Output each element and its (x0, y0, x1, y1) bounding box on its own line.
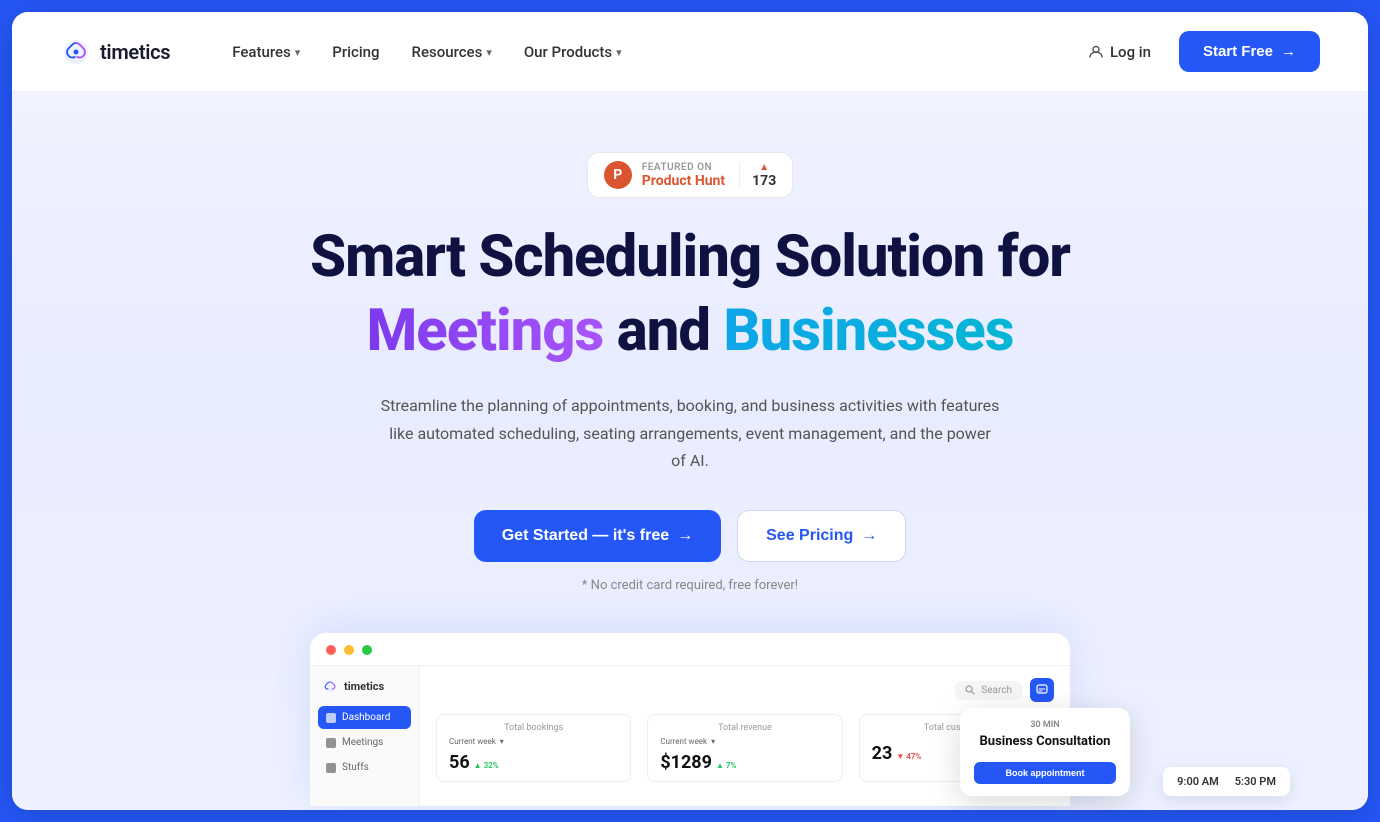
hero-buttons: Get Started — it's free → See Pricing → (60, 510, 1320, 562)
dashboard-message-button[interactable] (1030, 678, 1054, 702)
meetings-text: Meetings (366, 297, 603, 365)
product-hunt-votes: ▲ 173 (739, 162, 776, 189)
stat-change-customers: ▼ 47% (896, 752, 921, 761)
arrow-icon: → (861, 527, 877, 545)
hero-title-line1: Smart Scheduling Solution for (60, 226, 1320, 290)
user-icon (1088, 44, 1104, 60)
nav-links: Features ▾ Pricing Resources ▾ Our Produ… (218, 35, 1076, 69)
dash-logo-text: timetics (344, 680, 384, 693)
nav-features[interactable]: Features ▾ (218, 35, 314, 69)
logo-icon (60, 36, 92, 68)
product-hunt-text: FEATURED ON Product Hunt (642, 162, 725, 189)
hero-section: P FEATURED ON Product Hunt ▲ 173 Smart S… (12, 92, 1368, 810)
and-text: and (617, 297, 724, 365)
dash-logo-icon (322, 678, 338, 694)
consultation-title: Business Consultation (974, 734, 1116, 751)
consultation-card: 30 MIN Business Consultation Book appoin… (960, 708, 1130, 796)
message-icon (1036, 684, 1048, 696)
minimize-dot (344, 645, 354, 655)
get-started-button[interactable]: Get Started — it's free → (474, 510, 721, 562)
stat-change-revenue: ▲ 7% (716, 761, 736, 770)
stat-value-bookings: 56 ▲ 32% (449, 752, 618, 773)
see-pricing-button[interactable]: See Pricing → (737, 510, 906, 562)
chevron-down-icon: ▾ (486, 46, 492, 59)
hero-note: * No credit card required, free forever! (60, 578, 1320, 593)
navbar: timetics Features ▾ Pricing Resources ▾ … (12, 12, 1368, 92)
meetings-nav-icon (326, 738, 336, 748)
expand-dot (362, 645, 372, 655)
dash-nav-meetings[interactable]: Meetings (318, 731, 411, 754)
product-hunt-icon: P (604, 161, 632, 189)
start-time: 9:00 AM (1177, 775, 1219, 788)
end-time: 5:30 PM (1235, 775, 1276, 788)
hero-subtitle: Streamline the planning of appointments,… (380, 392, 1000, 474)
chevron-down-icon: ▾ (295, 46, 301, 59)
stat-change-bookings: ▲ 32% (474, 761, 499, 770)
chevron-down-icon: ▾ (616, 46, 622, 59)
product-hunt-badge[interactable]: P FEATURED ON Product Hunt ▲ 173 (587, 152, 794, 198)
nav-pricing[interactable]: Pricing (318, 35, 393, 69)
chevron-icon: ▾ (711, 737, 715, 746)
arrow-icon: → (1281, 43, 1296, 60)
stat-card-bookings: Total bookings Current week ▾ 56 ▲ 32% (436, 714, 631, 782)
dashboard-preview: timetics Dashboard Meetings Stuffs (310, 633, 1070, 806)
dashboard-titlebar (310, 633, 1070, 666)
stat-week-revenue: Current week ▾ (660, 737, 829, 746)
search-icon (965, 685, 975, 695)
dash-nav-dashboard[interactable]: Dashboard (318, 706, 411, 729)
start-free-button[interactable]: Start Free → (1179, 31, 1320, 72)
upvote-arrow-icon: ▲ (759, 162, 769, 173)
book-appointment-button[interactable]: Book appointment (974, 762, 1116, 784)
dashboard-content: timetics Dashboard Meetings Stuffs (310, 666, 1070, 806)
time-card: 9:00 AM 5:30 PM (1163, 767, 1290, 796)
logo-text: timetics (100, 40, 170, 64)
hero-title-line2: Meetings and Businesses (60, 298, 1320, 365)
dash-logo: timetics (318, 678, 411, 694)
stat-value-revenue: $1289 ▲ 7% (660, 752, 829, 773)
nav-resources[interactable]: Resources ▾ (398, 35, 506, 69)
logo-link[interactable]: timetics (60, 36, 170, 68)
time-values: 9:00 AM 5:30 PM (1177, 775, 1276, 788)
stuffs-nav-icon (326, 763, 336, 773)
close-dot (326, 645, 336, 655)
dashboard-nav-icon (326, 713, 336, 723)
dashboard-search[interactable]: Search (955, 681, 1022, 700)
nav-our-products[interactable]: Our Products ▾ (510, 35, 636, 69)
businesses-text: Businesses (723, 297, 1013, 365)
arrow-icon: → (677, 527, 693, 545)
login-button[interactable]: Log in (1076, 35, 1163, 69)
dash-nav-stuffs[interactable]: Stuffs (318, 756, 411, 779)
dashboard-sidebar: timetics Dashboard Meetings Stuffs (310, 666, 420, 806)
nav-right: Log in Start Free → (1076, 31, 1320, 72)
dashboard-topbar: Search (436, 678, 1054, 702)
stat-week-bookings: Current week ▾ (449, 737, 618, 746)
page-frame: timetics Features ▾ Pricing Resources ▾ … (12, 12, 1368, 810)
chevron-icon: ▾ (500, 737, 504, 746)
stat-card-revenue: Total revenue Current week ▾ $1289 ▲ 7% (647, 714, 842, 782)
